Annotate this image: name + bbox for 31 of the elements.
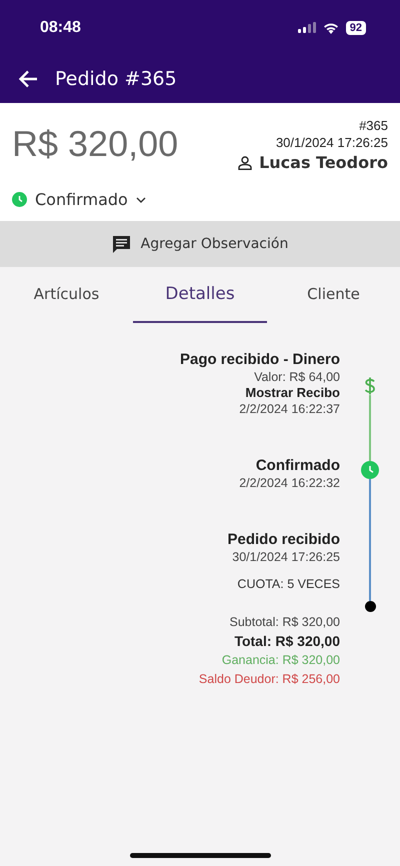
event-date: 2/2/2024 16:22:32	[239, 475, 340, 491]
balance-text: Saldo Deudor: R$ 256,00	[198, 671, 340, 688]
back-icon[interactable]	[18, 70, 38, 88]
event-title: Confirmado	[256, 457, 340, 475]
chevron-down-icon	[136, 196, 146, 202]
tab[interactable]: Cliente	[267, 267, 400, 323]
battery-level: 92	[346, 20, 366, 34]
event-date: 30/1/2024 17:26:25	[232, 549, 340, 565]
profit-text: Ganancia: R$ 320,00	[222, 652, 340, 669]
order-amount: R$ 320,00	[12, 123, 178, 166]
person-icon	[238, 156, 252, 170]
add-note-button[interactable]: Agregar Observación	[0, 221, 400, 267]
event-title: Pedido recibido	[227, 531, 340, 549]
show-receipt-link[interactable]: Mostrar Recibo	[245, 385, 340, 401]
event-detail: Valor: R$ 64,00	[254, 369, 340, 385]
tab[interactable]: Detalles	[133, 267, 267, 323]
status-dropdown[interactable]: Confirmado	[12, 190, 146, 209]
subtotal-text: Subtotal: R$ 320,00	[230, 614, 340, 631]
comment-icon	[112, 234, 131, 254]
page-title: Pedido #365	[55, 68, 177, 90]
customer-name: Lucas Teodoro	[259, 153, 388, 172]
event-title: Pago recibido - Dinero	[180, 351, 340, 369]
order-date: 30/1/2024 17:26:25	[276, 134, 388, 151]
signal-icon	[298, 22, 316, 33]
order-number: #365	[359, 117, 388, 134]
wifi-icon	[322, 22, 339, 34]
status-time: 08:48	[40, 18, 81, 36]
total-text: Total: R$ 320,00	[234, 632, 340, 651]
event-date: 2/2/2024 16:22:37	[239, 401, 340, 417]
tab[interactable]: Artículos	[0, 267, 133, 323]
installments-note: CUOTA: 5 VECES	[237, 577, 340, 591]
